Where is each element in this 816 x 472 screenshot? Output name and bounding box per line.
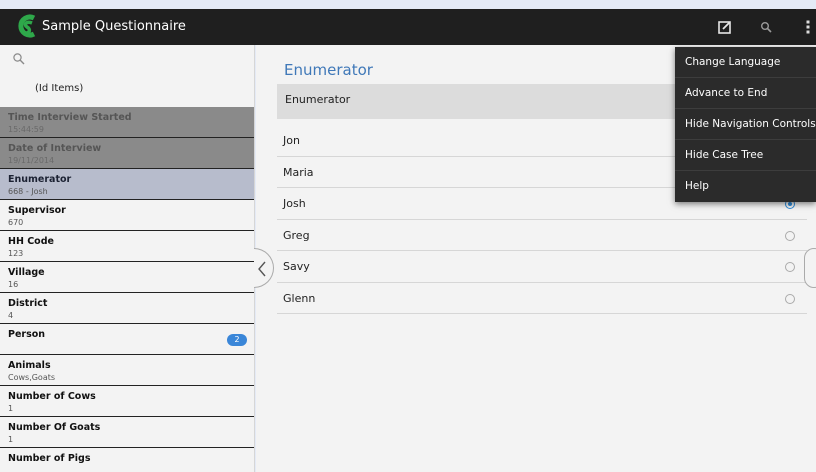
radio-button[interactable] (785, 262, 795, 272)
note-edit-icon (718, 21, 731, 34)
option-greg[interactable]: Greg (277, 220, 807, 251)
tree-item-animals[interactable]: Animals Cows,Goats (0, 355, 254, 386)
app-bar: Sample Questionnaire (0, 9, 816, 45)
tree-item-number-of-cows[interactable]: Number of Cows 1 (0, 386, 254, 417)
overflow-menu-icon (806, 20, 810, 34)
question-title: Enumerator (284, 61, 373, 79)
tree-item-district[interactable]: District 4 (0, 293, 254, 324)
tree-item-date-of-interview[interactable]: Date of Interview 19/11/2014 (0, 138, 254, 169)
overflow-menu-button[interactable] (800, 9, 816, 45)
chevron-left-icon (258, 261, 266, 277)
next-field-button[interactable] (804, 248, 816, 288)
tree-item-number-of-goats[interactable]: Number Of Goats 1 (0, 417, 254, 448)
id-items-header: (Id Items) (35, 83, 84, 94)
tree-item-supervisor[interactable]: Supervisor 670 (0, 200, 254, 231)
cs-logo-icon (18, 14, 36, 38)
occurrence-count-badge: 2 (227, 334, 247, 346)
menu-item-advance-to-end[interactable]: Advance to End (675, 78, 816, 109)
search-icon[interactable] (12, 52, 26, 66)
option-glenn[interactable]: Glenn (277, 283, 807, 314)
app-title: Sample Questionnaire (42, 19, 186, 34)
tree-item-person[interactable]: Person 2 (0, 324, 254, 355)
tree-item-number-of-pigs[interactable]: Number of Pigs (0, 448, 254, 472)
overflow-menu: Change Language Advance to End Hide Navi… (675, 47, 816, 202)
option-savy[interactable]: Savy (277, 251, 807, 283)
tree-item-hh-code[interactable]: HH Code 123 (0, 231, 254, 262)
menu-item-hide-case-tree[interactable]: Hide Case Tree (675, 140, 816, 171)
menu-item-hide-navigation-controls[interactable]: Hide Navigation Controls (675, 109, 816, 140)
search-button[interactable] (756, 9, 776, 45)
question-text: Enumerator (277, 84, 697, 119)
menu-item-help[interactable]: Help (675, 171, 816, 202)
notes-button[interactable] (714, 9, 736, 45)
radio-button[interactable] (785, 230, 795, 241)
tree-item-time-interview-started[interactable]: Time Interview Started 15:44:59 (0, 107, 254, 138)
tree-item-village[interactable]: Village 16 (0, 262, 254, 293)
search-icon (761, 22, 772, 33)
case-tree: Time Interview Started 15:44:59 Date of … (0, 107, 254, 472)
menu-item-change-language[interactable]: Change Language (675, 47, 816, 78)
radio-button[interactable] (785, 293, 795, 304)
tree-item-enumerator[interactable]: Enumerator 668 - Josh (0, 169, 254, 200)
case-tree-sidebar: (Id Items) Time Interview Started 15:44:… (0, 45, 255, 472)
